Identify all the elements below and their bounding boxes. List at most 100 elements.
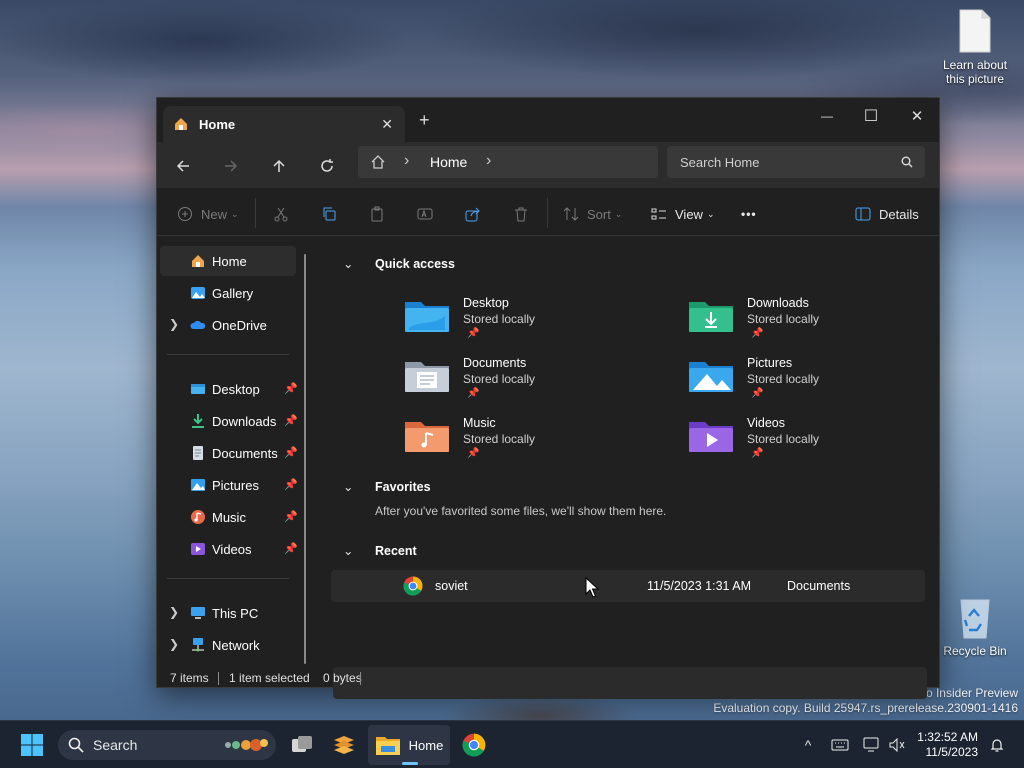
desktop-icon-learn-about-picture[interactable]: Learn about this picture [935, 8, 1015, 86]
back-button[interactable] [171, 154, 195, 178]
pin-icon[interactable]: 📌 [284, 478, 298, 491]
quick-access-documents[interactable]: Documents Stored locally 📌 [405, 354, 665, 410]
notifications-button[interactable] [986, 721, 1008, 768]
taskbar-chrome[interactable] [456, 725, 492, 765]
pin-icon[interactable]: 📌 [284, 542, 298, 555]
desktop-icon-recycle-bin[interactable]: Recycle Bin [935, 596, 1015, 658]
expand-chevron-icon[interactable]: ❯ [169, 317, 179, 331]
recent-file-location: Documents [787, 579, 851, 593]
start-button[interactable] [14, 725, 50, 765]
volume-muted-icon[interactable] [886, 721, 908, 768]
task-view-icon [292, 736, 312, 752]
minimize-button[interactable]: — [805, 102, 849, 130]
sidebar-item-home[interactable]: Home [160, 246, 296, 276]
sidebar-item-this-pc[interactable]: ❯ This PC [160, 598, 296, 628]
folder-location: Stored locally [747, 312, 820, 326]
show-hidden-icons-button[interactable]: ^ [798, 721, 818, 768]
favorites-empty-message: After you've favorited some files, we'll… [375, 504, 667, 518]
network-status-icon [863, 737, 879, 752]
downloads-icon [192, 414, 204, 428]
breadcrumb-home[interactable]: Home [430, 154, 467, 170]
search-placeholder: Search Home [680, 155, 760, 170]
sidebar-item-downloads[interactable]: Downloads 📌 [160, 406, 298, 436]
new-button[interactable]: New ⌄ [177, 202, 239, 226]
folder-location: Stored locally [463, 432, 536, 446]
scissors-icon [274, 207, 288, 222]
delete-button[interactable] [513, 202, 529, 226]
up-button[interactable] [267, 154, 291, 178]
videos-folder-icon [689, 422, 733, 452]
folder-location: Stored locally [463, 372, 536, 386]
task-view-button[interactable] [284, 725, 320, 765]
keyboard-icon[interactable] [828, 721, 852, 768]
title-bar[interactable]: Home ✕ + — ☐ ✕ [157, 98, 939, 142]
sidebar-item-videos[interactable]: Videos 📌 [160, 534, 298, 564]
sidebar-item-network[interactable]: ❯ Network [160, 630, 296, 660]
pin-icon: 📌 [751, 328, 764, 339]
sort-button[interactable]: Sort ⌄ [563, 202, 622, 226]
more-options-button[interactable]: ••• [741, 202, 757, 226]
collapse-chevron-icon[interactable]: ⌄ [343, 543, 353, 558]
close-window-button[interactable]: ✕ [895, 102, 939, 130]
quick-access-desktop[interactable]: Desktop Stored locally 📌 [405, 294, 665, 350]
paste-button[interactable] [369, 202, 385, 226]
share-button[interactable] [465, 202, 481, 226]
view-button[interactable]: View ⌄ [651, 202, 715, 226]
taskbar-search[interactable]: Search [58, 730, 276, 760]
new-tab-button[interactable]: + [419, 110, 430, 131]
folder-name: Music [463, 416, 496, 430]
sidebar-item-gallery[interactable]: Gallery [160, 278, 296, 308]
taskbar-file-explorer[interactable]: Home [368, 725, 450, 765]
clock-date: 11/5/2023 [925, 745, 979, 759]
collapse-chevron-icon[interactable]: ⌄ [343, 479, 353, 494]
sidebar-divider [167, 578, 289, 579]
collapse-chevron-icon[interactable]: ⌄ [343, 256, 353, 271]
taskbar-app-stack[interactable] [326, 725, 362, 765]
maximize-button[interactable]: ☐ [849, 102, 893, 130]
rename-button[interactable] [417, 202, 433, 226]
expand-chevron-icon[interactable]: ❯ [169, 637, 179, 651]
downloads-folder-icon [689, 302, 733, 332]
pin-icon[interactable]: 📌 [284, 446, 298, 459]
search-box[interactable]: Search Home [667, 146, 925, 178]
pin-icon[interactable]: 📌 [284, 414, 298, 427]
app-stack-icon [334, 736, 354, 754]
copy-button[interactable] [321, 202, 337, 226]
quick-access-downloads[interactable]: Downloads Stored locally 📌 [689, 294, 949, 350]
bell-icon [990, 739, 1004, 752]
quick-access-pictures[interactable]: Pictures Stored locally 📌 [689, 354, 949, 410]
cut-button[interactable] [273, 202, 289, 226]
sidebar-item-onedrive[interactable]: ❯ OneDrive [160, 310, 296, 340]
sidebar-item-pictures[interactable]: Pictures 📌 [160, 470, 298, 500]
home-icon [175, 118, 187, 130]
desktop-icon-label: Learn about this picture [942, 58, 1008, 86]
sidebar-item-desktop[interactable]: Desktop 📌 [160, 374, 298, 404]
address-bar[interactable]: › Home › [358, 146, 658, 178]
forward-button[interactable] [219, 154, 243, 178]
quick-access-music[interactable]: Music Stored locally 📌 [405, 414, 665, 470]
tab-home[interactable]: Home ✕ [163, 106, 405, 142]
command-bar: New ⌄ Sort ⌄ View ⌄ ••• Details [157, 190, 939, 236]
sidebar-item-documents[interactable]: Documents 📌 [160, 438, 298, 468]
arrow-up-icon [273, 159, 285, 172]
keyboard-icon [831, 739, 849, 751]
pin-icon[interactable]: 📌 [284, 510, 298, 523]
sidebar-scrollbar[interactable] [304, 254, 306, 664]
expand-chevron-icon[interactable]: ❯ [169, 605, 179, 619]
sidebar-item-music[interactable]: Music 📌 [160, 502, 298, 532]
details-pane-icon [855, 207, 871, 221]
refresh-button[interactable] [315, 154, 339, 178]
details-button[interactable]: Details [855, 202, 919, 226]
desktop-folder-icon [191, 384, 205, 394]
quick-access-videos[interactable]: Videos Stored locally 📌 [689, 414, 949, 470]
rename-icon [417, 208, 433, 220]
table-row[interactable]: soviet 11/5/2023 1:31 AM Documents [331, 570, 925, 602]
pin-icon[interactable]: 📌 [284, 382, 298, 395]
network-status-icon[interactable] [860, 721, 884, 768]
breadcrumb-chevron-icon[interactable]: › [486, 152, 491, 170]
system-clock[interactable]: 1:32:52 AM 11/5/2023 [917, 730, 978, 760]
clipboard-icon [371, 206, 383, 222]
documents-icon [193, 446, 203, 460]
refresh-icon [321, 159, 333, 172]
tab-close-button[interactable]: ✕ [381, 116, 393, 133]
